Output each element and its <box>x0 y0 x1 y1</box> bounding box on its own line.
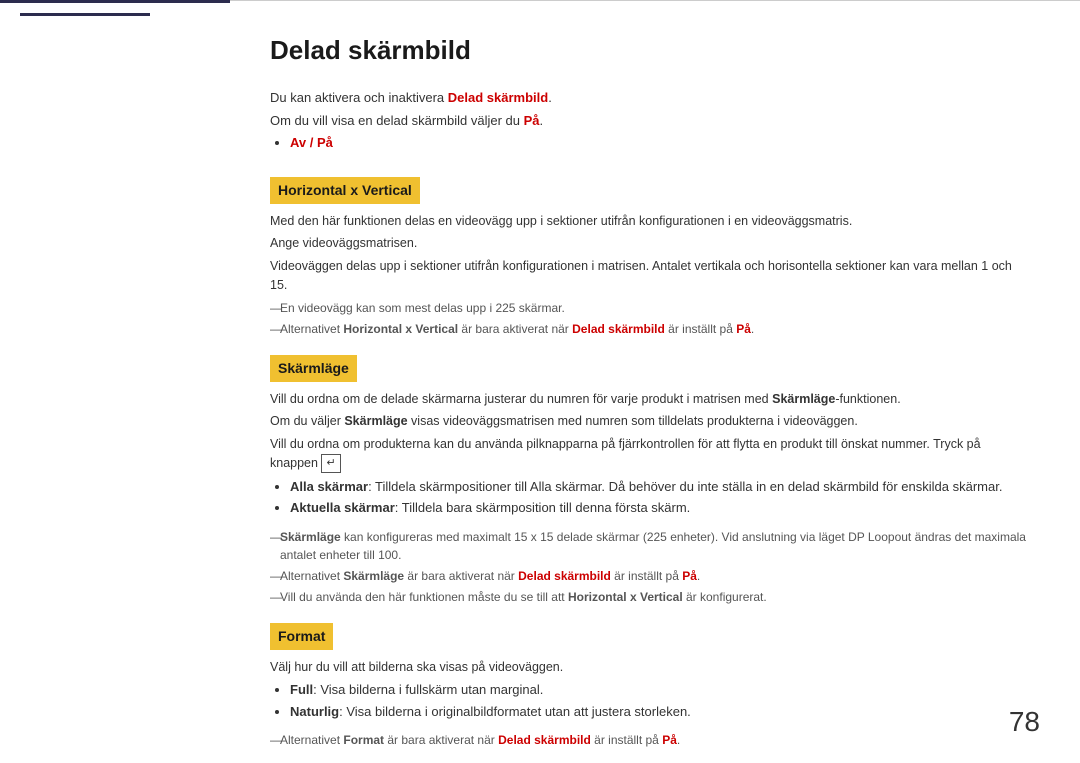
section2-note2: Alternativet Skärmläge är bara aktiverat… <box>270 567 1030 585</box>
section1-note2-mid: är bara aktiverat när <box>458 322 572 336</box>
section1-note2-link: Delad skärmbild <box>572 322 665 336</box>
section2-note3-suf: är konfigurerat. <box>683 590 767 604</box>
section3-bullets: Full: Visa bilderna i fullskärm utan mar… <box>290 680 1030 721</box>
section2-note1-suf: kan konfigureras med maximalt 15 x 15 de… <box>280 530 1026 562</box>
section3-note1-mid: är bara aktiverat när <box>384 733 498 747</box>
section2-note2-suf: är inställt på <box>611 569 682 583</box>
section2-note2-mid: är bara aktiverat när <box>404 569 518 583</box>
intro-on1: På <box>524 113 540 128</box>
intro-bullet1-text: Av / På <box>290 135 333 150</box>
section1-note2: Alternativet Horizontal x Vertical är ba… <box>270 320 1030 338</box>
section2-text1-pre: Vill du ordna om de delade skärmarna jus… <box>270 392 772 406</box>
intro-bullet1: Av / På <box>290 133 1030 153</box>
section1-note1: En videovägg kan som mest delas upp i 22… <box>270 299 1030 317</box>
section3-note1-pre: Alternativet <box>280 733 343 747</box>
section2-note3-bold: Horizontal x Vertical <box>568 590 683 604</box>
section3-bullet1-suf: : Visa bilderna i fullskärm utan margina… <box>313 682 543 697</box>
page: Delad skärmbild Du kan aktivera och inak… <box>0 0 1080 763</box>
section3-bullet2-bold: Naturlig <box>290 704 339 719</box>
section2-heading: Skärmläge <box>270 355 357 382</box>
section2-note2-link: Delad skärmbild <box>518 569 611 583</box>
section3-note1-bold: Format <box>343 733 384 747</box>
section2-bullet2: Aktuella skärmar: Tilldela bara skärmpos… <box>290 498 1030 518</box>
page-title: Delad skärmbild <box>270 31 1030 70</box>
section2-note1-pre: Skärmläge <box>280 530 341 544</box>
section1-note2-bold: Horizontal x Vertical <box>343 322 458 336</box>
section3-note1-link: Delad skärmbild <box>498 733 591 747</box>
intro-line2-end: . <box>540 113 544 128</box>
enter-icon: ↵ <box>321 454 340 473</box>
section-format: Format Välj hur du vill att bilderna ska… <box>270 609 1030 750</box>
section1-note2-on: På <box>736 322 751 336</box>
section2-text2-bold: Skärmläge <box>344 414 407 428</box>
section2-text2-pre: Om du väljer <box>270 414 344 428</box>
section3-note1: Alternativet Format är bara aktiverat nä… <box>270 731 1030 749</box>
section3-note1-suf: är inställt på <box>591 733 662 747</box>
section2-note1: Skärmläge kan konfigureras med maximalt … <box>270 528 1030 564</box>
section1-text1: Med den här funktionen delas en videoväg… <box>270 212 1030 231</box>
intro-line1: Du kan aktivera och inaktivera Delad skä… <box>270 88 1030 108</box>
intro-link1: Delad skärmbild <box>448 90 548 105</box>
section2-note2-end: . <box>697 569 700 583</box>
section3-heading: Format <box>270 623 333 650</box>
section2-bullet2-bold: Aktuella skärmar <box>290 500 395 515</box>
section2-bullet2-suf: : Tilldela bara skärmposition till denna… <box>395 500 691 515</box>
section1-heading: Horizontal x Vertical <box>270 177 420 204</box>
section2-note3-pre: Vill du använda den här funktionen måste… <box>280 590 568 604</box>
section3-bullet1-bold: Full <box>290 682 313 697</box>
intro-line1-pre: Du kan aktivera och inaktivera <box>270 90 448 105</box>
section2-text3: Vill du ordna om produkterna kan du anvä… <box>270 435 1030 473</box>
intro-line2: Om du vill visa en delad skärmbild välje… <box>270 111 1030 131</box>
section3-note1-end: . <box>677 733 680 747</box>
intro-bullets: Av / På <box>290 133 1030 153</box>
section2-bullet1: Alla skärmar: Tilldela skärmpositioner t… <box>290 477 1030 497</box>
section1-note2-pre: Alternativet <box>280 322 343 336</box>
section2-text2: Om du väljer Skärmläge visas videoväggsm… <box>270 412 1030 431</box>
section1-note2-end: . <box>751 322 754 336</box>
section-skarmlage: Skärmläge Vill du ordna om de delade skä… <box>270 341 1030 606</box>
intro-line1-end: . <box>548 90 552 105</box>
intro-line2-pre: Om du vill visa en delad skärmbild välje… <box>270 113 524 128</box>
section2-text2-suf: visas videoväggsmatrisen med numren som … <box>408 414 858 428</box>
section2-note2-pre: Alternativet <box>280 569 343 583</box>
section1-note2-suf: är inställt på <box>665 322 736 336</box>
section2-text1-suf: -funktionen. <box>835 392 900 406</box>
section1-text3: Videoväggen delas upp i sektioner utifrå… <box>270 257 1030 295</box>
section2-bullet1-bold: Alla skärmar <box>290 479 368 494</box>
section2-text1-bold: Skärmläge <box>772 392 835 406</box>
main-content: Delad skärmbild Du kan aktivera och inak… <box>230 0 1080 763</box>
section3-text1: Välj hur du vill att bilderna ska visas … <box>270 658 1030 677</box>
section3-bullet2-suf: : Visa bilderna i originalbildformatet u… <box>339 704 691 719</box>
page-number: 78 <box>1009 701 1040 743</box>
section2-bullet1-suf: : Tilldela skärmpositioner till Alla skä… <box>368 479 1002 494</box>
section2-note2-bold: Skärmläge <box>343 569 404 583</box>
section3-bullet2: Naturlig: Visa bilderna i originalbildfo… <box>290 702 1030 722</box>
sidebar-decoration <box>20 13 150 16</box>
section1-text2: Ange videoväggsmatrisen. <box>270 234 1030 253</box>
section2-note2-on: På <box>682 569 697 583</box>
section2-note3: Vill du använda den här funktionen måste… <box>270 588 1030 606</box>
section2-text1: Vill du ordna om de delade skärmarna jus… <box>270 390 1030 409</box>
section3-bullet1: Full: Visa bilderna i fullskärm utan mar… <box>290 680 1030 700</box>
section2-bullets: Alla skärmar: Tilldela skärmpositioner t… <box>290 477 1030 518</box>
section3-note1-on: På <box>662 733 677 747</box>
section-horizontal-vertical: Horizontal x Vertical Med den här funkti… <box>270 163 1030 338</box>
sidebar <box>0 0 230 763</box>
